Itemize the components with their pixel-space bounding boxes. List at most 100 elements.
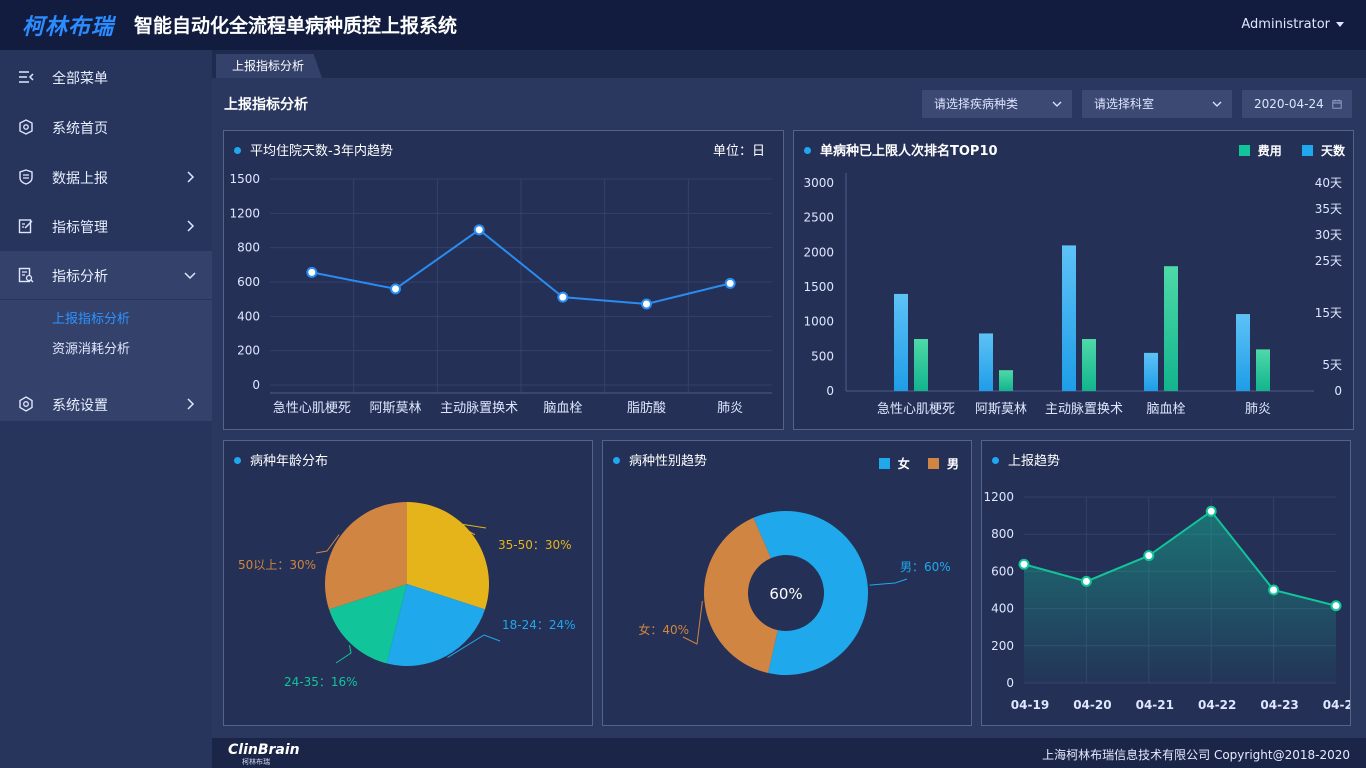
sidebar-subitem-report-analysis[interactable]: 上报指标分析 xyxy=(52,308,130,327)
slice-label: 18-24：24% xyxy=(502,618,576,632)
main-content: 上报指标分析 上报指标分析 请选择疾病种类 请选择科室 2020-04-24 平… xyxy=(212,50,1366,738)
page-title: 上报指标分析 xyxy=(224,97,308,113)
x-tick-label: 04-20 xyxy=(1073,698,1111,712)
footer: ClinBrain 柯林布瑞 上海柯林布瑞信息技术有限公司 Copyright@… xyxy=(212,738,1366,768)
y-tick-label: 800 xyxy=(991,527,1014,541)
y-tick-label-left: 1000 xyxy=(803,315,834,329)
tab-report-analysis[interactable]: 上报指标分析 xyxy=(216,54,323,78)
data-point xyxy=(306,266,318,278)
age-pie-chart: 35-50：30% 18-24：24% 24-35：16% 50以上：30% xyxy=(238,502,576,689)
y-tick-label: 800 xyxy=(237,241,260,255)
sidebar-item-label: 指标管理 xyxy=(52,220,108,236)
department-select-value: 请选择科室 xyxy=(1094,97,1155,111)
data-point xyxy=(473,224,485,236)
gender-panel: 病种性别趋势 女 男 男：60% 女：40% 60% xyxy=(602,440,972,726)
x-tick-label: 主动脉置换术 xyxy=(1045,402,1123,417)
y-tick-label-right: 30天 xyxy=(1315,228,1342,242)
footer-logo-sub: 柯林布瑞 xyxy=(242,758,270,766)
y-tick-label: 400 xyxy=(237,309,260,323)
x-tick-label: 04-24 xyxy=(1323,698,1350,712)
y-tick-label: 400 xyxy=(991,602,1014,616)
menu-icon xyxy=(19,71,34,83)
bar-days xyxy=(1256,349,1270,391)
y-tick-label: 0 xyxy=(252,378,260,392)
y-tick-label-right: 0 xyxy=(1334,384,1342,398)
y-tick-label-left: 1500 xyxy=(803,280,834,294)
chevron-down-icon xyxy=(1052,101,1062,107)
department-select[interactable]: 请选择科室 xyxy=(1082,90,1232,118)
calendar-icon xyxy=(1332,99,1342,109)
top10-chart: 3000 2500 2000 1500 1000 500 0 40天 35天 30天 25天 15天 5… xyxy=(803,173,1342,417)
y-tick-label-left: 0 xyxy=(826,384,834,398)
y-tick-label-right: 25天 xyxy=(1315,254,1342,268)
chevron-right-icon xyxy=(187,398,195,410)
x-tick-label: 阿斯莫林 xyxy=(975,402,1027,417)
age-panel: 病种年龄分布 35-50：30% 18-24：24% 24-35：16% 50以上：3… xyxy=(223,440,593,726)
slice-label: 35-50：30% xyxy=(498,538,572,552)
report-trend-panel: 上报趋势 1200 800 600 400 200 0 04-19 04-20 04-21 04-… xyxy=(981,440,1351,726)
x-tick-label: 肺炎 xyxy=(717,401,743,416)
caret-down-icon xyxy=(1336,22,1344,27)
data-point xyxy=(1268,584,1280,596)
sidebar-item-settings[interactable]: 系统设置 xyxy=(0,380,212,428)
date-picker[interactable]: 2020-04-24 xyxy=(1242,90,1352,118)
x-tick-label: 04-22 xyxy=(1198,698,1236,712)
y-tick-label: 200 xyxy=(237,344,260,358)
x-tick-label: 脑血栓 xyxy=(543,401,582,416)
sidebar-item-label: 全部菜单 xyxy=(52,71,108,87)
bar-fee xyxy=(894,293,908,391)
y-tick-label-left: 3000 xyxy=(803,176,834,190)
y-tick-label: 600 xyxy=(991,564,1014,578)
top-bar: 柯林布瑞 智能自动化全流程单病种质控上报系统 Administrator xyxy=(0,0,1366,50)
disease-select[interactable]: 请选择疾病种类 xyxy=(922,90,1072,118)
brand-logo[interactable]: 柯林布瑞 xyxy=(22,9,114,41)
bar-fee xyxy=(979,333,993,391)
area-fill xyxy=(1024,511,1336,683)
system-title: 智能自动化全流程单病种质控上报系统 xyxy=(134,15,458,37)
sidebar-item-all-menu[interactable]: 全部菜单 xyxy=(0,53,212,101)
slice-label: 24-35：16% xyxy=(284,675,358,689)
user-menu[interactable]: Administrator xyxy=(1241,17,1344,32)
y-tick-label-right: 15天 xyxy=(1315,306,1342,320)
analysis-icon xyxy=(18,267,34,283)
donut-center-label: 60% xyxy=(769,585,802,603)
sidebar-item-index-management[interactable]: 指标管理 xyxy=(0,202,212,250)
slice-label: 男：60% xyxy=(900,560,951,574)
slice-label: 女：40% xyxy=(638,622,689,637)
copyright: 上海柯林布瑞信息技术有限公司 Copyright@2018-2020 xyxy=(1042,748,1350,762)
data-point xyxy=(1205,505,1217,517)
sidebar-item-label: 系统首页 xyxy=(52,121,108,137)
x-tick-label: 肺炎 xyxy=(1245,402,1271,417)
bar-fee xyxy=(1144,352,1158,391)
los-trend-chart: 1500 1200 800 600 400 200 0 急性心肌梗死 阿斯莫林 主动脉置换术 脑血栓… xyxy=(229,172,772,416)
x-tick-label: 阿斯莫林 xyxy=(369,401,421,416)
upload-shield-icon xyxy=(19,169,33,185)
gender-donut-chart: 男：60% 女：40% 60% xyxy=(638,511,951,675)
x-tick-label: 主动脉置换术 xyxy=(440,401,518,416)
los-trend-panel: 平均住院天数-3年内趋势 单位：日 1500 1200 800 600 400 200 0 急… xyxy=(223,130,784,430)
sidebar-item-home[interactable]: 系统首页 xyxy=(0,103,212,151)
y-tick-label: 1200 xyxy=(983,490,1014,504)
data-point xyxy=(1330,600,1342,612)
y-tick-label: 1200 xyxy=(229,206,260,220)
user-name: Administrator xyxy=(1241,17,1330,32)
bar-days xyxy=(1082,339,1096,391)
sidebar-item-index-analysis[interactable]: 指标分析 xyxy=(0,251,212,299)
chevron-right-icon xyxy=(187,171,195,183)
disease-select-value: 请选择疾病种类 xyxy=(934,97,1019,111)
chevron-down-icon xyxy=(1212,101,1222,107)
y-tick-label-right: 35天 xyxy=(1315,202,1342,216)
y-tick-label: 1500 xyxy=(229,172,260,186)
x-tick-label: 04-21 xyxy=(1136,698,1174,712)
home-shield-icon xyxy=(19,119,33,135)
y-tick-label-left: 2500 xyxy=(803,211,834,225)
footer-logo: ClinBrain xyxy=(228,742,300,758)
y-tick-label: 600 xyxy=(237,275,260,289)
x-tick-label: 04-23 xyxy=(1260,698,1298,712)
y-tick-label-left: 500 xyxy=(811,349,834,363)
sidebar-item-data-report[interactable]: 数据上报 xyxy=(0,153,212,201)
chevron-right-icon xyxy=(187,220,195,232)
slice-label: 50以上：30% xyxy=(238,558,316,572)
sidebar-subitem-resource-analysis[interactable]: 资源消耗分析 xyxy=(52,338,130,357)
sidebar: 全部菜单 系统首页 数据上报 指标管理 指标分析 上报指标分析 资源消耗分析 系… xyxy=(0,50,212,768)
